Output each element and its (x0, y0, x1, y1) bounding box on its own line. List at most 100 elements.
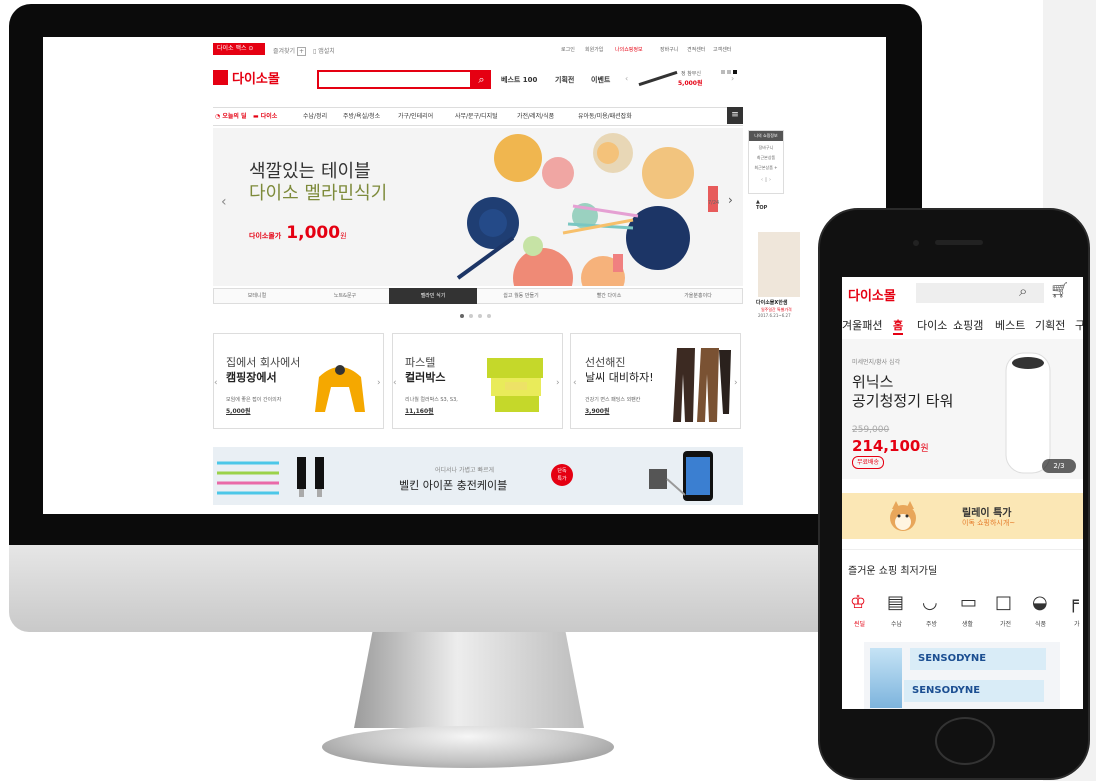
iphone-charger-image (649, 451, 713, 501)
card-1-prev-icon[interactable]: ‹ (214, 378, 218, 388)
jar-icon[interactable]: ▭ (960, 592, 982, 614)
util-link-support[interactable]: 고객센터 (713, 46, 731, 53)
daiso-max-button[interactable]: 다이소 맥스 ⊙ (213, 43, 265, 55)
mobile-tab-buy[interactable]: 구매 (1075, 317, 1083, 333)
quick-panel-recent-more[interactable]: 최근본상품 + (749, 165, 783, 171)
monitor-stand-base (322, 726, 614, 768)
mobile-tab-daiso[interactable]: 다이소 (917, 317, 947, 333)
quick-panel-pager[interactable]: ‹ ▯ › (749, 177, 783, 183)
carousel-dot[interactable] (478, 314, 482, 318)
mobile-tab-home-active[interactable]: 홈 (893, 317, 904, 335)
mobile-hero-title2: 공기청정기 타워 (852, 392, 954, 410)
bookmark-link[interactable]: 즐겨찾기 + (273, 46, 307, 56)
mobile-hero-sub: 미세먼지/황사 심각 (852, 359, 901, 366)
hero-tab-5[interactable]: 빨간 다이소 (565, 288, 653, 304)
search-icon: ⌕ (478, 73, 485, 86)
icon-label-kitchen: 주방 (926, 621, 938, 628)
chair-icon[interactable]: ╒ (1068, 592, 1083, 614)
cabinet-icon[interactable]: ▤ (887, 592, 909, 614)
nav-today-deal[interactable]: ◔ 오늘의 딜 (215, 111, 247, 120)
logo-icon[interactable] (213, 70, 228, 85)
mobile-tab-special[interactable]: 기획전 (1035, 317, 1065, 333)
bowl-icon[interactable]: ◡ (922, 592, 944, 614)
view-toggle-icon[interactable] (721, 59, 741, 74)
util-link-cart[interactable]: 장바구니 (660, 46, 678, 53)
monitor-icon[interactable]: □ (995, 592, 1017, 614)
quick-panel-recent[interactable]: 최근본상품 (749, 155, 783, 161)
special-link[interactable]: 기획전 (555, 75, 574, 85)
promo-next-icon[interactable]: › (731, 74, 734, 83)
hero-title-line2: 다이소 멜라민식기 (249, 183, 388, 204)
cable-banner[interactable]: 어디서나 가볍고 빠르게 벨킨 아이폰 충전케이블 단독 특가 (213, 447, 743, 505)
trophy-icon[interactable]: ♔ (850, 592, 872, 614)
back-to-top-button[interactable]: ▲ TOP (756, 199, 767, 211)
daiso-max-label: 다이소 맥스 (217, 45, 247, 52)
nav-cat-furniture[interactable]: 가구/인테리어 (398, 111, 433, 120)
cart-icon[interactable]: 🛒︎ (1050, 281, 1069, 299)
side-ad-image[interactable] (758, 232, 800, 297)
phone-icon: ▯ (313, 48, 317, 55)
hero-tab-6[interactable]: 가을분홍이다 (653, 288, 743, 304)
nav-cat-kids[interactable]: 유아동/미용/패션잡화 (578, 111, 632, 120)
card-3-prev-icon[interactable]: ‹ (573, 378, 577, 388)
quick-panel-myinfo[interactable]: 나의 쇼핑정보 (749, 131, 783, 141)
util-link-myshopping[interactable]: 나의쇼핑정보 (615, 46, 643, 53)
hero-tab-3-active[interactable]: 멜라민 식기 (389, 288, 477, 304)
promo-label: 정 참무신 (681, 71, 701, 77)
nav-cat-office[interactable]: 사무/문구/디지털 (455, 111, 498, 120)
sensodyne-product-image[interactable]: SENSODYNE SENSODYNE (864, 642, 1060, 709)
mobile-tab-best[interactable]: 베스트 (995, 317, 1025, 333)
relay-deal-banner[interactable]: 릴레이 특가 이독 쇼핑하시개~ (842, 493, 1083, 539)
hero-next-icon[interactable]: › (728, 193, 733, 207)
banner-title: 벨킨 아이폰 충전케이블 (399, 479, 508, 492)
menu-button[interactable]: ≡ (727, 107, 743, 124)
card-3-next-icon[interactable]: › (734, 378, 738, 388)
mobile-hero[interactable]: 미세먼지/황사 심각 위닉스 공기청정기 타워 259,000 214,100원… (842, 339, 1083, 479)
promo-prev-icon[interactable]: ‹ (625, 74, 628, 83)
app-install-link[interactable]: ▯ 앱설치 (313, 46, 335, 55)
top-label: TOP (756, 205, 768, 211)
hero-price-label: 다이소몰가 (249, 232, 282, 240)
hero-price-value: 1,000 (286, 223, 341, 243)
card-2-next-icon[interactable]: › (556, 378, 560, 388)
nav-cat-storage[interactable]: 수납/정리 (303, 111, 327, 120)
hero-tab-1[interactable]: 보테니컬 (213, 288, 301, 304)
section-divider (842, 549, 1083, 550)
card-1-next-icon[interactable]: › (377, 378, 381, 388)
carousel-dot[interactable] (469, 314, 473, 318)
hero-tab-2[interactable]: 노트&문구 (301, 288, 389, 304)
carousel-dot-active[interactable] (460, 314, 464, 318)
nav-daiso[interactable]: ▬ 다이소 (253, 111, 277, 120)
nav-cat-kitchen[interactable]: 주방/욕실/청소 (343, 111, 380, 120)
mobile-screen: 다이소몰 ⌕ 🛒︎ 겨울패션 홈 다이소 쇼핑갬 베스트 기획전 구매 미세먼지… (842, 277, 1083, 709)
search-button[interactable]: ⌕ (472, 70, 491, 89)
product-card-3[interactable]: 선선해진 날씨 대비하자! 건강기 면스 패딩스 외팬칸 3,900원 ‹ › (570, 333, 741, 429)
quick-panel-cart[interactable]: 장바구니 (749, 145, 783, 151)
rice-bowl-icon[interactable]: ◒ (1032, 592, 1054, 614)
nav-cat-appliance[interactable]: 가전/레저/식품 (517, 111, 554, 120)
best100-link[interactable]: 베스트 100 (501, 75, 537, 85)
search-icon[interactable]: ⌕ (1019, 282, 1027, 300)
product-card-2[interactable]: 파스텔 컬러박스 리나월 컬러박스 S3, S3, 11,160원 ‹ › (392, 333, 563, 429)
mobile-tab-shopping[interactable]: 쇼핑갬 (953, 317, 983, 333)
mobile-logo[interactable]: 다이소몰 (848, 285, 896, 304)
hero-tab-4[interactable]: 쉽고 월동 만들기 (477, 288, 565, 304)
util-link-login[interactable]: 로그인 (561, 46, 575, 53)
mobile-tab-winter[interactable]: 겨울패션 (842, 317, 882, 333)
bookmark-label: 즐겨찾기 (273, 48, 296, 55)
card-2-prev-icon[interactable]: ‹ (393, 378, 397, 388)
home-button[interactable] (935, 717, 995, 765)
toothbrush-pack-image (870, 648, 902, 708)
hero-banner[interactable]: ‹ 색깔있는 테이블 다이소 멜라민식기 다이소몰가 1,000원 7/24 › (213, 128, 743, 286)
product-card-1[interactable]: 집에서 회사에서 캠핑장에서 모임에 좋은 접이 간이의자 5,000원 ‹ › (213, 333, 384, 429)
hero-prev-icon[interactable]: ‹ (221, 194, 227, 210)
event-link[interactable]: 이벤트 (591, 75, 610, 85)
util-link-quote[interactable]: 견적센터 (687, 46, 705, 53)
desktop-site: 다이소 맥스 ⊙ 즐겨찾기 + ▯ 앱설치 로그인 회원가입 나의쇼핑정보 장바… (213, 37, 800, 514)
promo-price: 5,000원 (678, 80, 703, 87)
exclusive-badge: 단독 특가 (551, 464, 573, 486)
util-link-signup[interactable]: 회원가입 (585, 46, 603, 53)
search-input[interactable] (317, 70, 472, 89)
carousel-dot[interactable] (487, 314, 491, 318)
site-logo[interactable]: 다이소몰 (232, 68, 280, 87)
